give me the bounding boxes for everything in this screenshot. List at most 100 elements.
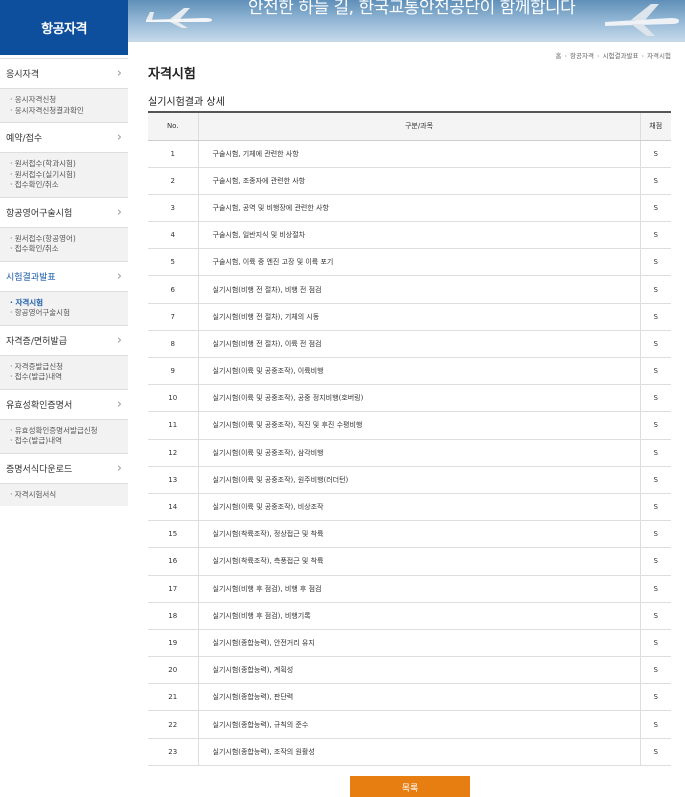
sidebar-submenu-item[interactable]: · 자격시험서식 [10,490,128,501]
chevron-right-icon: › [116,460,122,476]
row-number: 1 [148,140,199,168]
row-grade: S [640,683,671,712]
table-row: 14 실기시험(이륙 및 공중조작), 비상조작 S [148,493,671,522]
sidebar-submenu-item[interactable]: · 원서접수(항공영어) [10,234,128,245]
row-number: 6 [148,275,199,304]
table-row: 13 실기시험(이륙 및 공중조작), 원주비행(러더턴) S [148,466,671,494]
sidebar-submenu: · 자격증발급신청 · 접수(발급)내역 [0,354,128,389]
breadcrumb-item[interactable]: 시험결과발표 [603,52,639,60]
sidebar-menu-item[interactable]: 증명서식다운로드 › [0,452,128,483]
table-row: 2 구술시험, 조종자에 관련한 사항 S [148,167,671,195]
table-row: 19 실기시험(종합능력), 안전거리 유지 S [148,629,671,658]
row-subject: 실기시험(종합능력), 계획성 [198,656,641,685]
breadcrumb-separator-icon: › [641,52,645,60]
row-grade: S [640,194,671,223]
sidebar-submenu: · 유효성확인증명서발급신청 · 접수(발급)내역 [0,418,128,453]
table-row: 18 실기시험(비행 후 점검), 비행기록 S [148,602,671,630]
row-grade: S [640,439,671,467]
table-row: 16 실기시험(착륙조작), 측풍접근 및 착륙 S [148,547,671,576]
table-row: 9 실기시험(이륙 및 공중조작), 이륙비행 S [148,357,671,386]
sidebar-nav: 응시자격 › · 응시자격신청 · 응시자격신청결과확인예약/접수 › · 원서접수(학과… [0,58,128,506]
row-grade: S [640,738,671,766]
sidebar-menu-label: 자격증/면허발급 [6,336,67,347]
row-subject: 실기시험(종합능력), 조작의 원활성 [198,738,641,766]
sidebar-menu-label: 항공영어구술시험 [6,208,73,219]
header-banner: 안전한 하늘 길, 한국교통안전공단이 함께합니다 [128,0,685,42]
row-grade: S [640,140,671,168]
row-number: 22 [148,710,199,739]
sidebar-menu-label: 예약/접수 [6,134,43,144]
chevron-right-icon: › [116,332,122,348]
table-row: 15 실기시험(착륙조작), 정상접근 및 착륙 S [148,520,671,549]
row-number: 2 [148,167,199,195]
sidebar-submenu-item[interactable]: · 접수확인/취소 [10,244,128,255]
column-header-no: No. [148,112,199,141]
row-number: 19 [148,629,199,658]
row-grade: S [640,466,671,494]
breadcrumb-separator-icon: › [564,52,568,60]
sidebar-submenu-item[interactable]: · 자격시험 [10,298,128,309]
sidebar-submenu-item[interactable]: · 응시자격신청결과확인 [10,106,128,117]
chevron-right-icon: › [116,130,122,145]
table-row: 1 구술시험, 기체에 관련한 사항 S [148,140,671,168]
row-subject: 구술시험, 조종자에 관련한 사항 [198,167,641,195]
row-grade: S [640,330,671,359]
row-grade: S [640,710,671,739]
row-subject: 실기시험(착륙조작), 측풍접근 및 착륙 [198,547,641,576]
row-subject: 실기시험(종합능력), 규칙의 준수 [198,710,641,739]
row-number: 23 [148,738,199,766]
sidebar-menu-item[interactable]: 시험결과발표 › [0,260,128,291]
table-row: 8 실기시험(비행 전 절차), 이륙 전 점검 S [148,330,671,359]
breadcrumb: 홈 › 항공자격 › 시험결과발표 › 자격시험 [555,50,671,60]
sidebar-submenu-item[interactable]: · 유효성확인증명서발급신청 [10,426,128,437]
row-subject: 구술시험, 기체에 관련한 사항 [198,140,641,168]
row-subject: 실기시험(비행 전 절차), 비행 전 점검 [198,275,641,304]
sidebar-submenu-item[interactable]: · 원서접수(학과시험) [10,159,128,170]
sidebar-submenu: · 원서접수(학과시험) · 원서접수(실기시험) · 접수확인/취소 [0,152,128,197]
sidebar-submenu-item[interactable]: · 접수(발급)내역 [10,436,128,447]
table-row: 11 실기시험(이륙 및 공중조작), 직진 및 후진 수평비행 S [148,411,671,440]
table-row: 21 실기시험(종합능력), 판단력 S [148,683,671,712]
row-number: 20 [148,656,199,685]
table-row: 4 구술시험, 일반지식 및 비상절차 S [148,221,671,250]
row-subject: 실기시험(이륙 및 공중조작), 원주비행(러더턴) [198,466,641,494]
row-number: 10 [148,384,199,413]
sidebar-menu-item[interactable]: 응시자격 › [0,58,128,88]
sidebar-submenu-item[interactable]: · 자격증발급신청 [10,362,128,373]
row-number: 9 [148,357,199,386]
sidebar-submenu-item[interactable]: · 접수(발급)내역 [10,372,128,383]
sidebar-menu-item[interactable]: 예약/접수 › [0,122,128,152]
row-grade: S [640,602,671,630]
row-number: 13 [148,466,199,494]
table-row: 22 실기시험(종합능력), 규칙의 준수 S [148,710,671,739]
row-grade: S [640,656,671,685]
sidebar-menu-label: 증명서식다운로드 [6,464,73,475]
row-subject: 실기시험(이륙 및 공중조작), 직진 및 후진 수평비행 [198,411,641,440]
table-row: 17 실기시험(비행 후 점검), 비행 후 점검 S [148,575,671,603]
list-button[interactable]: 목록 [350,776,470,797]
row-grade: S [640,221,671,250]
breadcrumb-item[interactable]: 항공자격 [570,52,594,60]
airplane-icon [146,8,212,28]
sidebar-submenu: · 자격시험 · 항공영어구술시험 [0,290,128,325]
breadcrumb-item[interactable]: 홈 [555,52,561,60]
row-grade: S [640,629,671,658]
table-row: 7 실기시험(비행 전 절차), 기체의 시동 S [148,303,671,331]
site-logo-text: 항공자격 [41,22,87,37]
sidebar-submenu-item[interactable]: · 응시자격신청 [10,95,128,106]
sidebar-menu-item[interactable]: 자격증/면허발급 › [0,324,128,355]
row-grade: S [640,547,671,576]
sidebar-submenu-item[interactable]: · 원서접수(실기시험) [10,170,128,181]
row-number: 4 [148,221,199,250]
sidebar-menu-item[interactable]: 항공영어구술시험 › [0,196,128,227]
chevron-right-icon: › [116,66,122,81]
airplane-icon [605,4,679,36]
row-subject: 실기시험(종합능력), 안전거리 유지 [198,629,641,658]
breadcrumb-item: 자격시험 [647,52,671,60]
sidebar-submenu: · 자격시험서식 [0,482,128,506]
site-logo[interactable]: 항공자격 [0,0,128,55]
sidebar-menu-item[interactable]: 유효성확인증명서 › [0,388,128,419]
sidebar-submenu-item[interactable]: · 접수확인/취소 [10,180,128,191]
sidebar-submenu-item[interactable]: · 항공영어구술시험 [10,308,128,319]
row-number: 17 [148,575,199,603]
